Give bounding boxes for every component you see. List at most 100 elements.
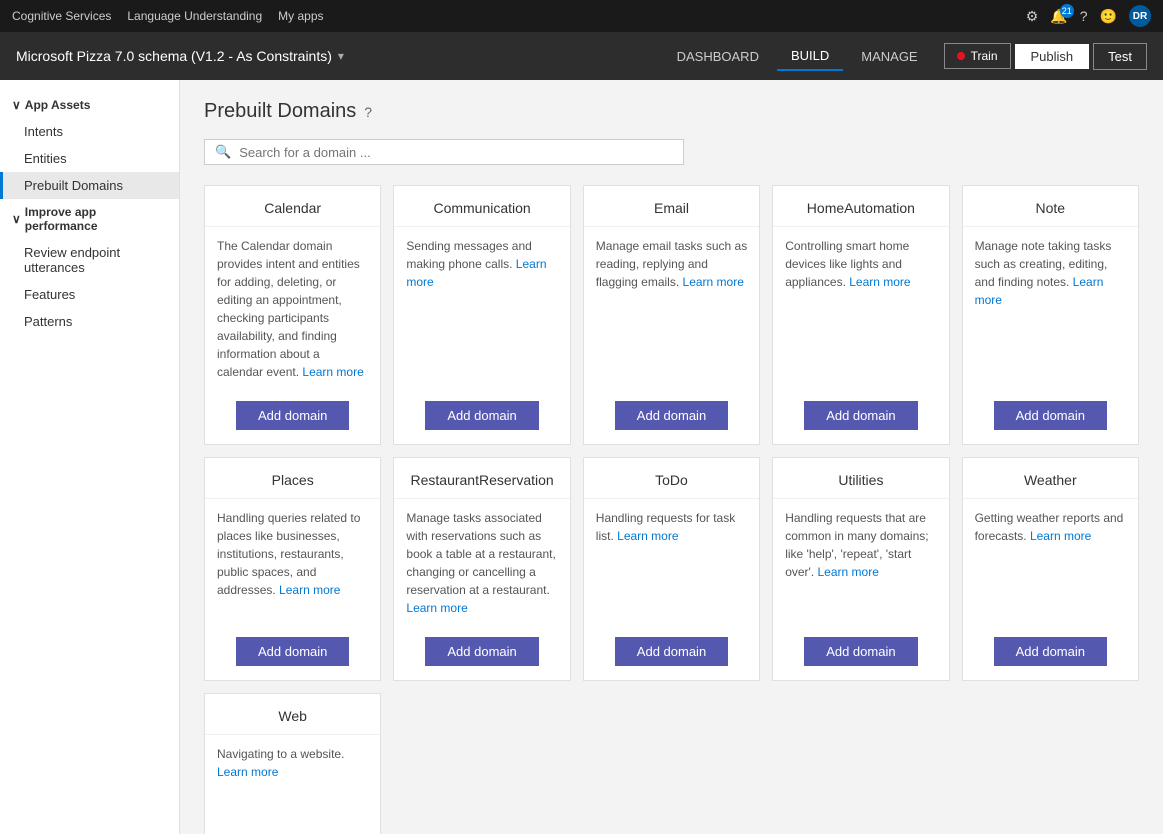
domain-card-title: Email	[584, 186, 759, 227]
domain-card-title: RestaurantReservation	[394, 458, 569, 499]
cognitive-services-link[interactable]: Cognitive Services	[12, 9, 111, 23]
sidebar-section-arrow: ∨	[12, 98, 21, 112]
notification-badge: 21	[1060, 4, 1074, 18]
publish-button[interactable]: Publish	[1015, 44, 1090, 69]
domain-card-body: Manage note taking tasks such as creatin…	[963, 227, 1138, 391]
avatar: DR	[1129, 5, 1151, 27]
domain-card-footer: Add domain	[394, 391, 569, 444]
content-area: Prebuilt Domains ? 🔍 Calendar The Calend…	[180, 80, 1163, 834]
learn-more-link[interactable]: Learn more	[849, 275, 910, 289]
sidebar-section-improve-arrow: ∨	[12, 212, 21, 226]
sidebar-item-entities[interactable]: Entities	[0, 145, 179, 172]
nav-manage[interactable]: MANAGE	[847, 43, 931, 70]
domain-card-title: Utilities	[773, 458, 948, 499]
domain-card-body: Handling queries related to places like …	[205, 499, 380, 627]
domain-card-body: Controlling smart home devices like ligh…	[773, 227, 948, 391]
add-domain-button[interactable]: Add domain	[804, 637, 917, 666]
learn-more-link[interactable]: Learn more	[406, 601, 467, 615]
test-button[interactable]: Test	[1093, 43, 1147, 70]
domain-card-body: Manage email tasks such as reading, repl…	[584, 227, 759, 391]
sidebar-item-features[interactable]: Features	[0, 281, 179, 308]
learn-more-link[interactable]: Learn more	[217, 765, 278, 779]
domain-card-body: Navigating to a website. Learn more	[205, 735, 380, 834]
learn-more-link[interactable]: Learn more	[617, 529, 678, 543]
gear-icon[interactable]: ⚙	[1026, 8, 1039, 25]
header-nav: DASHBOARD BUILD MANAGE Train Publish Tes…	[663, 42, 1147, 71]
add-domain-button[interactable]: Add domain	[994, 637, 1107, 666]
train-button[interactable]: Train	[944, 43, 1011, 69]
domain-card-title: Note	[963, 186, 1138, 227]
domain-card-title: ToDo	[584, 458, 759, 499]
domain-card-body: Getting weather reports and forecasts. L…	[963, 499, 1138, 627]
header-bar: Microsoft Pizza 7.0 schema (V1.2 - As Co…	[0, 32, 1163, 80]
app-title-chevron[interactable]: ▾	[338, 49, 344, 63]
nav-build[interactable]: BUILD	[777, 42, 843, 71]
sidebar-item-patterns[interactable]: Patterns	[0, 308, 179, 335]
domain-card-title: Communication	[394, 186, 569, 227]
domain-card-footer: Add domain	[584, 627, 759, 680]
train-status-dot	[957, 52, 965, 60]
sidebar: ∨ App Assets Intents Entities Prebuilt D…	[0, 80, 180, 834]
top-bar: Cognitive Services Language Understandin…	[0, 0, 1163, 32]
domain-card-title: Places	[205, 458, 380, 499]
domain-card: ToDo Handling requests for task list. Le…	[583, 457, 760, 681]
domain-card-body: Sending messages and making phone calls.…	[394, 227, 569, 391]
page-title: Prebuilt Domains	[204, 100, 356, 123]
domain-card: RestaurantReservation Manage tasks assoc…	[393, 457, 570, 681]
add-domain-button[interactable]: Add domain	[804, 401, 917, 430]
my-apps-link[interactable]: My apps	[278, 9, 323, 23]
sidebar-section-improve-label: Improve app performance	[25, 205, 167, 233]
domain-card: Utilities Handling requests that are com…	[772, 457, 949, 681]
app-title: Microsoft Pizza 7.0 schema (V1.2 - As Co…	[16, 48, 344, 64]
sidebar-section-label: App Assets	[25, 98, 91, 112]
domain-card-footer: Add domain	[394, 627, 569, 680]
sidebar-item-intents[interactable]: Intents	[0, 118, 179, 145]
domain-card-body: Handling requests that are common in man…	[773, 499, 948, 627]
domain-card-footer: Add domain	[773, 391, 948, 444]
add-domain-button[interactable]: Add domain	[615, 401, 728, 430]
sidebar-section-app-assets[interactable]: ∨ App Assets	[0, 92, 179, 118]
domain-card: Calendar The Calendar domain provides in…	[204, 185, 381, 445]
emoji-icon[interactable]: 🙂	[1100, 8, 1117, 25]
domain-card: Note Manage note taking tasks such as cr…	[962, 185, 1139, 445]
add-domain-button[interactable]: Add domain	[236, 637, 349, 666]
domain-card-footer: Add domain	[205, 391, 380, 444]
sidebar-item-prebuilt-domains[interactable]: Prebuilt Domains	[0, 172, 179, 199]
domain-card: Weather Getting weather reports and fore…	[962, 457, 1139, 681]
learn-more-link[interactable]: Learn more	[1030, 529, 1091, 543]
add-domain-button[interactable]: Add domain	[425, 401, 538, 430]
help-icon[interactable]: ?	[1080, 8, 1088, 24]
nav-dashboard[interactable]: DASHBOARD	[663, 43, 773, 70]
learn-more-link[interactable]: Learn more	[279, 583, 340, 597]
learn-more-link[interactable]: Learn more	[683, 275, 744, 289]
learn-more-link[interactable]: Learn more	[818, 565, 879, 579]
domain-card-title: Web	[205, 694, 380, 735]
add-domain-button[interactable]: Add domain	[425, 637, 538, 666]
learn-more-link[interactable]: Learn more	[975, 275, 1104, 307]
add-domain-button[interactable]: Add domain	[236, 401, 349, 430]
domain-card-footer: Add domain	[205, 627, 380, 680]
domain-card-body: Handling requests for task list. Learn m…	[584, 499, 759, 627]
search-input[interactable]	[239, 145, 673, 160]
language-understanding-link[interactable]: Language Understanding	[127, 9, 262, 23]
domain-card: Communication Sending messages and makin…	[393, 185, 570, 445]
bell-icon[interactable]: 🔔 21	[1050, 8, 1067, 25]
help-tooltip-icon[interactable]: ?	[364, 104, 372, 120]
domain-card-title: Weather	[963, 458, 1138, 499]
domain-card-footer: Add domain	[773, 627, 948, 680]
domain-card-body: The Calendar domain provides intent and …	[205, 227, 380, 391]
learn-more-link[interactable]: Learn more	[406, 257, 546, 289]
domain-card-footer: Add domain	[963, 391, 1138, 444]
main-layout: ∨ App Assets Intents Entities Prebuilt D…	[0, 80, 1163, 834]
app-name-text: Microsoft Pizza 7.0 schema (V1.2 - As Co…	[16, 48, 332, 64]
add-domain-button[interactable]: Add domain	[994, 401, 1107, 430]
search-icon: 🔍	[215, 144, 231, 160]
search-bar: 🔍	[204, 139, 684, 165]
add-domain-button[interactable]: Add domain	[615, 637, 728, 666]
domain-card: Web Navigating to a website. Learn more …	[204, 693, 381, 834]
sidebar-item-review-utterances[interactable]: Review endpoint utterances	[0, 239, 179, 281]
domain-card: Email Manage email tasks such as reading…	[583, 185, 760, 445]
domain-card-footer: Add domain	[584, 391, 759, 444]
learn-more-link[interactable]: Learn more	[302, 365, 363, 379]
sidebar-section-improve[interactable]: ∨ Improve app performance	[0, 199, 179, 239]
